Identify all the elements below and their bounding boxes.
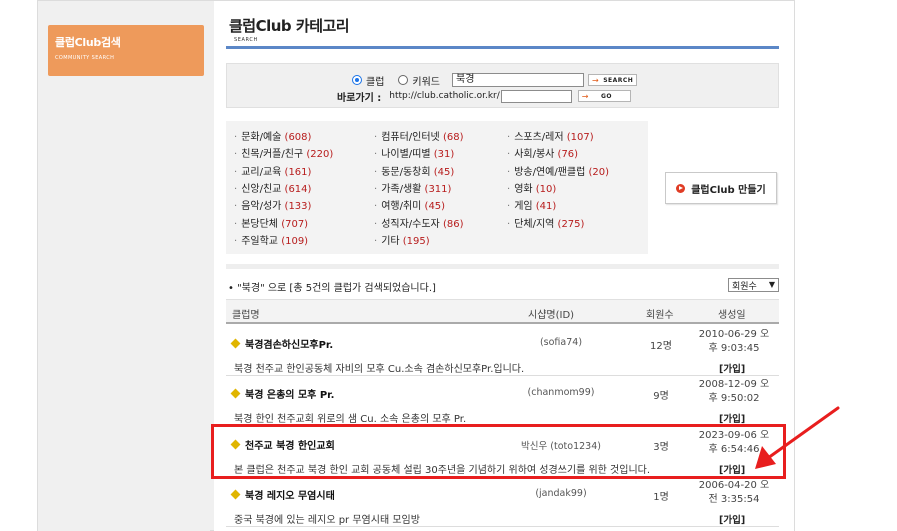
annotation-arrow xyxy=(755,406,840,469)
